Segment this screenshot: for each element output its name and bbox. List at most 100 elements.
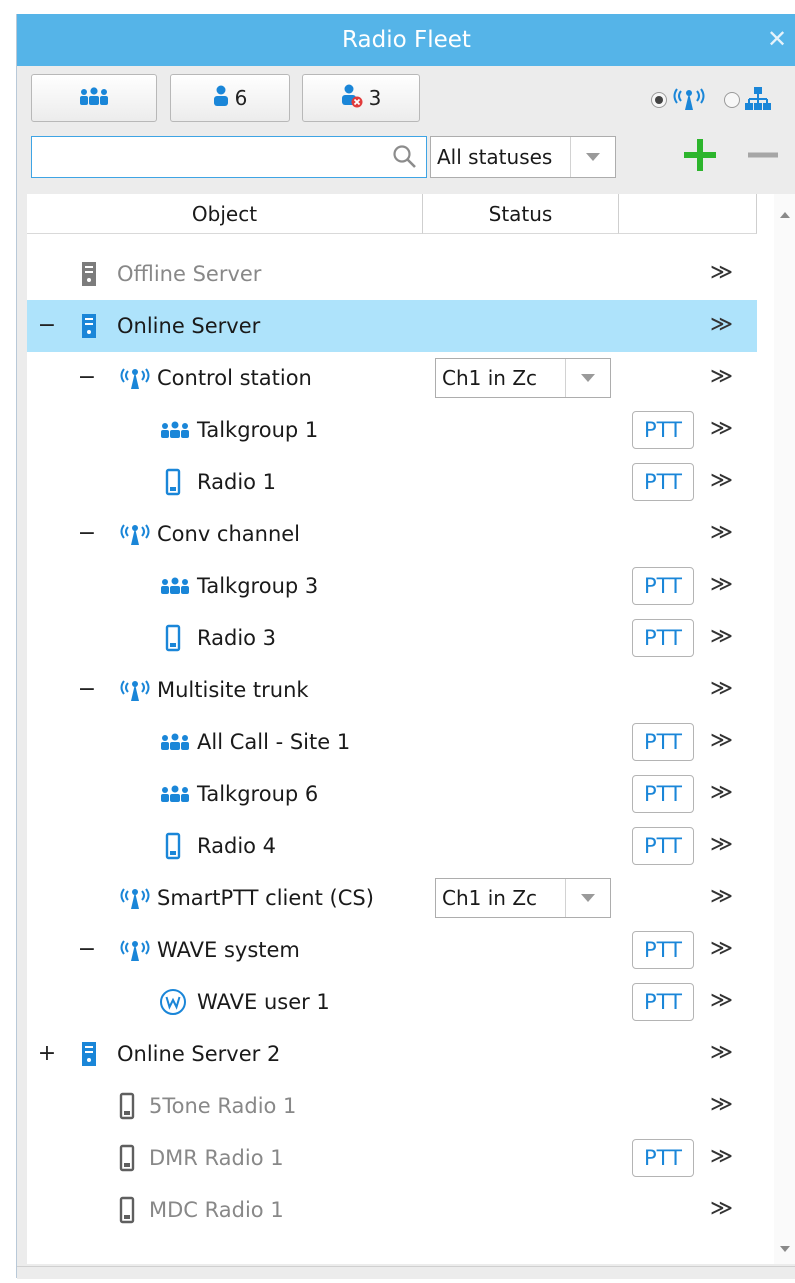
window-title: Radio Fleet [342, 27, 471, 53]
tree-row-label: WAVE user 1 [197, 990, 330, 1014]
ptt-button[interactable]: PTT [632, 1139, 694, 1177]
tree-row-label: Online Server [117, 314, 261, 338]
remove-icon[interactable] [742, 134, 784, 180]
tree-row-label: DMR Radio 1 [149, 1146, 284, 1170]
ptt-button[interactable]: PTT [632, 567, 694, 605]
antenna-icon [119, 520, 151, 548]
more-actions-icon[interactable]: ≫ [710, 1196, 733, 1221]
chevron-down-icon[interactable] [565, 359, 610, 397]
more-actions-icon[interactable]: ≫ [710, 676, 733, 701]
more-actions-icon[interactable]: ≫ [710, 572, 733, 597]
ptt-button[interactable]: PTT [632, 619, 694, 657]
tree-row-label: Talkgroup 6 [197, 782, 319, 806]
channel-value: Ch1 in Zc [442, 886, 538, 910]
more-actions-icon[interactable]: ≫ [710, 260, 733, 285]
ptt-button[interactable]: PTT [632, 931, 694, 969]
radio-view-radio[interactable] [651, 92, 667, 108]
status-filter-dropdown[interactable]: All statuses [430, 136, 616, 178]
tree-row[interactable]: Talkgroup 1 PTT ≫ [27, 404, 757, 456]
offline-users-count: 3 [368, 86, 382, 110]
tree-row[interactable]: − Control station Ch1 in Zc ≫ [27, 352, 757, 404]
more-actions-icon[interactable]: ≫ [710, 728, 733, 753]
hierarchy-view-radio[interactable] [724, 92, 740, 108]
expand-icon[interactable]: + [37, 1041, 57, 1066]
tree-row[interactable]: MDC Radio 1 ≫ [27, 1184, 757, 1236]
more-actions-icon[interactable]: ≫ [710, 884, 733, 909]
channel-dropdown[interactable]: Ch1 in Zc [435, 358, 611, 398]
radio-icon [165, 832, 181, 860]
ptt-button[interactable]: PTT [632, 983, 694, 1021]
more-actions-icon[interactable]: ≫ [710, 468, 733, 493]
tree-row[interactable]: − Online Server ≫ [27, 300, 757, 352]
talkgroup-icon [159, 780, 191, 808]
tree-row[interactable]: Offline Server ≫ [27, 248, 757, 300]
close-icon[interactable]: ✕ [762, 24, 792, 54]
tree-row[interactable]: Talkgroup 6 PTT ≫ [27, 768, 757, 820]
tree-row[interactable]: − Conv channel ≫ [27, 508, 757, 560]
tree-row-label: Radio 1 [197, 470, 277, 494]
scroll-down-icon[interactable] [780, 1246, 790, 1252]
more-actions-icon[interactable]: ≫ [710, 780, 733, 805]
title-bar: Radio Fleet ✕ [17, 14, 795, 66]
more-actions-icon[interactable]: ≫ [710, 624, 733, 649]
object-tree: Object Status Offline Server ≫ − Online Ser… [27, 194, 795, 1264]
tree-row-label: Multisite trunk [157, 678, 309, 702]
add-icon[interactable] [679, 134, 721, 180]
more-actions-icon[interactable]: ≫ [710, 416, 733, 441]
ptt-button[interactable]: PTT [632, 463, 694, 501]
tree-row[interactable]: + Online Server 2 ≫ [27, 1028, 757, 1080]
tree-row[interactable]: Talkgroup 3 PTT ≫ [27, 560, 757, 612]
collapse-icon[interactable]: − [77, 365, 97, 390]
collapse-icon[interactable]: − [77, 937, 97, 962]
column-header-status[interactable]: Status [423, 194, 619, 234]
tree-row-label: 5Tone Radio 1 [149, 1094, 297, 1118]
tree-row[interactable]: 5Tone Radio 1 ≫ [27, 1080, 757, 1132]
chevron-down-icon[interactable] [570, 137, 615, 177]
online-users-count: 6 [234, 86, 248, 110]
channel-dropdown[interactable]: Ch1 in Zc [435, 878, 611, 918]
tree-row-label: Talkgroup 3 [197, 574, 319, 598]
more-actions-icon[interactable]: ≫ [710, 520, 733, 545]
tree-row[interactable]: SmartPTT client (CS) Ch1 in Zc ≫ [27, 872, 757, 924]
collapse-icon[interactable]: − [77, 521, 97, 546]
tree-row[interactable]: All Call - Site 1 PTT ≫ [27, 716, 757, 768]
ptt-button[interactable]: PTT [632, 723, 694, 761]
tree-row[interactable]: − Multisite trunk ≫ [27, 664, 757, 716]
antenna-icon [119, 884, 151, 912]
talkgroups-filter-button[interactable] [31, 74, 157, 122]
search-field[interactable] [31, 136, 427, 178]
more-actions-icon[interactable]: ≫ [710, 364, 733, 389]
ptt-button[interactable]: PTT [632, 775, 694, 813]
more-actions-icon[interactable]: ≫ [710, 988, 733, 1013]
more-actions-icon[interactable]: ≫ [710, 1092, 733, 1117]
talkgroup-icon [159, 416, 191, 444]
tree-row[interactable]: DMR Radio 1 PTT ≫ [27, 1132, 757, 1184]
more-actions-icon[interactable]: ≫ [710, 936, 733, 961]
more-actions-icon[interactable]: ≫ [710, 832, 733, 857]
server-icon [81, 260, 97, 288]
chevron-down-icon[interactable] [565, 879, 610, 917]
column-header-extra[interactable] [619, 194, 757, 234]
more-actions-icon[interactable]: ≫ [710, 1144, 733, 1169]
tree-row-label: SmartPTT client (CS) [157, 886, 374, 910]
ptt-button[interactable]: PTT [632, 411, 694, 449]
user-offline-icon [341, 84, 363, 113]
online-users-filter-button[interactable]: 6 [170, 74, 290, 122]
tree-row[interactable]: Radio 4 PTT ≫ [27, 820, 757, 872]
collapse-icon[interactable]: − [37, 313, 57, 338]
vertical-scrollbar[interactable] [774, 194, 795, 1264]
tree-row-label: MDC Radio 1 [149, 1198, 284, 1222]
column-header-object[interactable]: Object [27, 194, 423, 234]
tree-row[interactable]: − WAVE system PTT ≫ [27, 924, 757, 976]
tree-row[interactable]: Radio 3 PTT ≫ [27, 612, 757, 664]
tree-row-label: Radio 4 [197, 834, 277, 858]
search-input[interactable] [38, 137, 382, 177]
more-actions-icon[interactable]: ≫ [710, 312, 733, 337]
offline-users-filter-button[interactable]: 3 [302, 74, 420, 122]
more-actions-icon[interactable]: ≫ [710, 1040, 733, 1065]
tree-row[interactable]: Radio 1 PTT ≫ [27, 456, 757, 508]
tree-row[interactable]: WAVE user 1 PTT ≫ [27, 976, 757, 1028]
ptt-button[interactable]: PTT [632, 827, 694, 865]
scroll-up-icon[interactable] [780, 212, 790, 218]
collapse-icon[interactable]: − [77, 677, 97, 702]
